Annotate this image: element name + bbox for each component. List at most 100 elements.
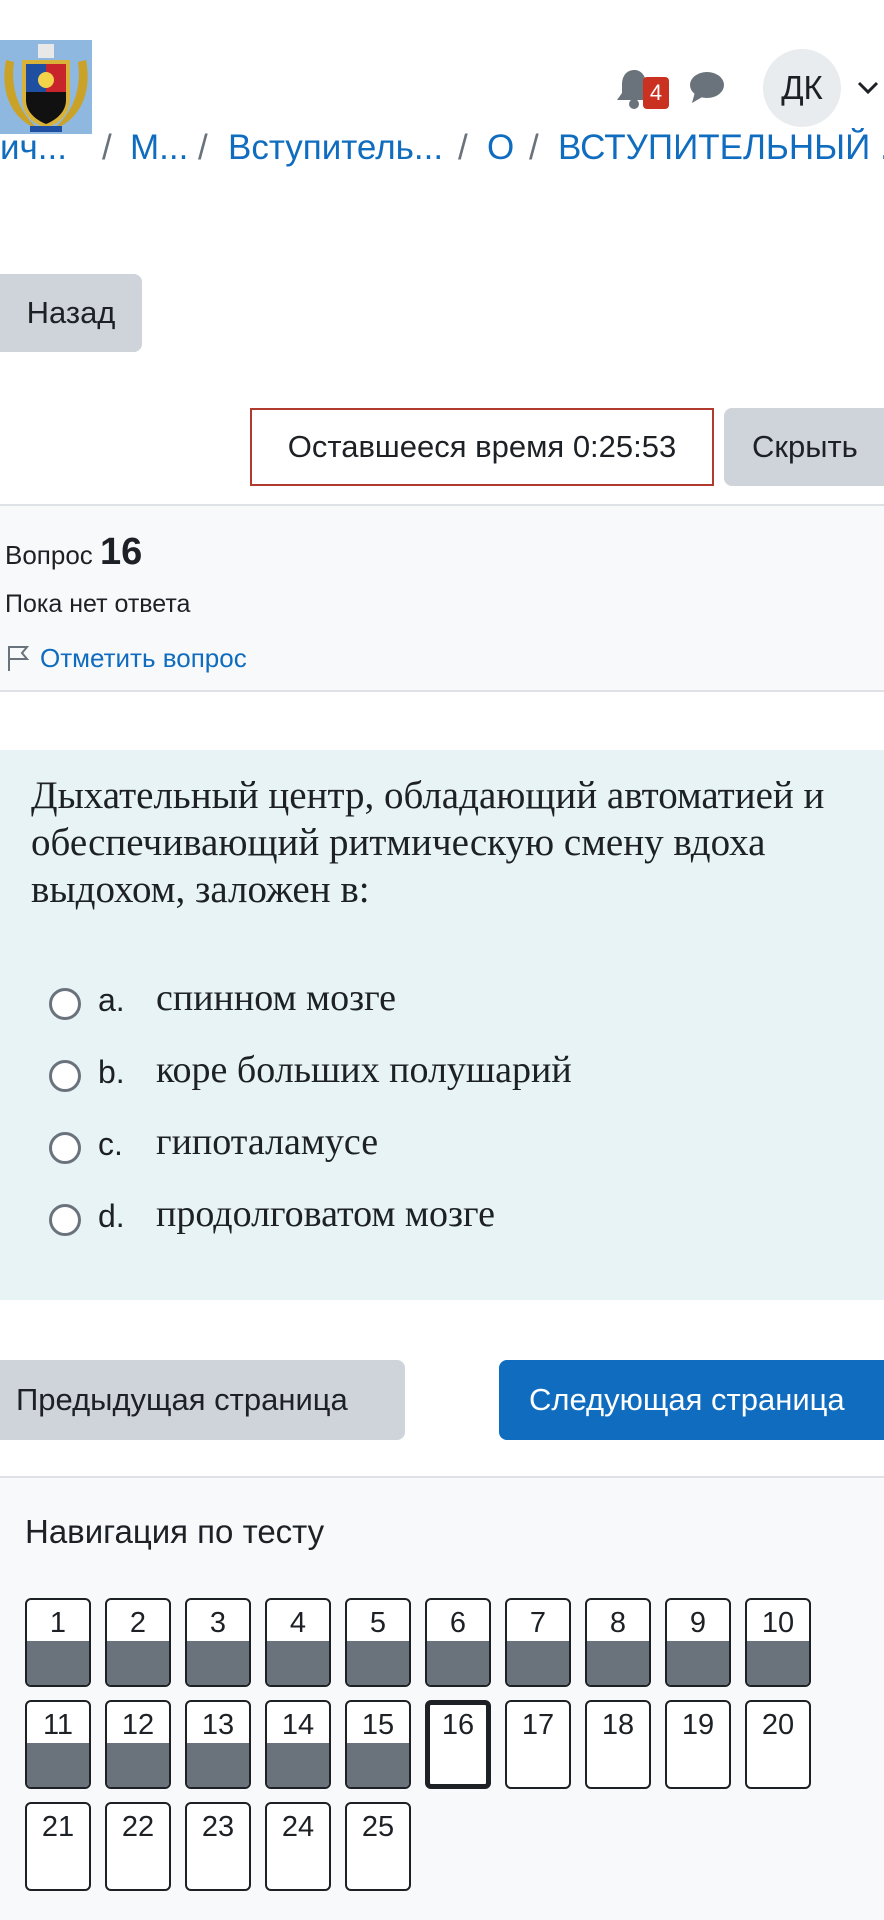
answered-indicator — [427, 1641, 489, 1685]
quiz-nav-button-label: 20 — [761, 1709, 795, 1741]
quiz-nav-button-14[interactable]: 14 — [265, 1700, 331, 1789]
breadcrumb-item[interactable]: ВСТУПИТЕЛЬНЫЙ ... — [558, 128, 884, 168]
breadcrumb-item[interactable]: Вступитель... — [228, 128, 443, 168]
answer-option-b[interactable]: b. коре больших полушарий — [0, 1042, 884, 1102]
quiz-nav-button-label: 17 — [521, 1709, 555, 1741]
answer-option-c[interactable]: c. гипоталамусе — [0, 1114, 884, 1174]
answered-indicator — [587, 1641, 649, 1685]
quiz-nav-button-2[interactable]: 2 — [105, 1598, 171, 1687]
quiz-nav-button-label: 9 — [689, 1607, 707, 1639]
flag-icon[interactable] — [6, 644, 30, 672]
breadcrumb-item[interactable]: ич... — [0, 128, 67, 168]
question-text: Дыхательный центр, обладающий автоматией… — [31, 774, 825, 911]
breadcrumb-separator: / — [102, 128, 112, 167]
quiz-nav-button-17[interactable]: 17 — [505, 1700, 571, 1789]
back-button[interactable]: Назад — [0, 274, 142, 352]
quiz-nav-button-label: 4 — [289, 1607, 307, 1639]
quiz-navigation: Навигация по тесту 1 2 3 4 5 6 7 8 9 10 11 12 13 14 15… — [0, 1476, 884, 1920]
quiz-nav-button-24[interactable]: 24 — [265, 1802, 331, 1891]
breadcrumb: ич... / М... / Вступитель... / О / ВСТУП… — [0, 128, 884, 168]
question-info: Вопрос 16 Пока нет ответа Отметить вопро… — [0, 504, 884, 692]
radio-icon[interactable] — [49, 988, 81, 1020]
answer-text[interactable]: спинном мозге — [156, 975, 396, 1021]
quiz-nav-button-19[interactable]: 19 — [665, 1700, 731, 1789]
breadcrumb-separator: / — [529, 128, 539, 167]
breadcrumb-separator: / — [198, 128, 208, 167]
quiz-nav-button-16[interactable]: 16 — [425, 1700, 491, 1789]
quiz-nav-button-9[interactable]: 9 — [665, 1598, 731, 1687]
question-label: Вопрос — [5, 540, 93, 570]
quiz-nav-button-label: 15 — [361, 1709, 395, 1741]
quiz-nav-button-5[interactable]: 5 — [345, 1598, 411, 1687]
quiz-nav-button-label: 24 — [281, 1811, 315, 1843]
quiz-nav-button-8[interactable]: 8 — [585, 1598, 651, 1687]
quiz-nav-button-7[interactable]: 7 — [505, 1598, 571, 1687]
answered-indicator — [507, 1641, 569, 1685]
quiz-nav-button-label: 23 — [201, 1811, 235, 1843]
answer-letter: a. — [98, 982, 125, 1018]
quiz-nav-button-label: 14 — [281, 1709, 315, 1741]
quiz-nav-button-10[interactable]: 10 — [745, 1598, 811, 1687]
flag-question-link[interactable]: Отметить вопрос — [40, 640, 247, 676]
quiz-nav-button-1[interactable]: 1 — [25, 1598, 91, 1687]
quiz-nav-button-6[interactable]: 6 — [425, 1598, 491, 1687]
question-number-value: 16 — [100, 531, 143, 573]
question-content: Дыхательный центр, обладающий автоматией… — [0, 750, 884, 1300]
quiz-nav-button-21[interactable]: 21 — [25, 1802, 91, 1891]
notification-count-badge: 4 — [643, 77, 669, 109]
answered-indicator — [267, 1743, 329, 1787]
quiz-nav-button-label: 7 — [529, 1607, 547, 1639]
quiz-nav-button-25[interactable]: 25 — [345, 1802, 411, 1891]
chevron-down-icon[interactable] — [856, 78, 880, 98]
quiz-navigation-title: Навигация по тесту — [25, 1513, 325, 1550]
quiz-nav-button-label: 19 — [681, 1709, 715, 1741]
answer-letter: c. — [98, 1126, 123, 1162]
radio-icon[interactable] — [49, 1204, 81, 1236]
quiz-nav-button-label: 21 — [41, 1811, 75, 1843]
quiz-nav-button-23[interactable]: 23 — [185, 1802, 251, 1891]
radio-icon[interactable] — [49, 1060, 81, 1092]
quiz-nav-button-11[interactable]: 11 — [25, 1700, 91, 1789]
answered-indicator — [667, 1641, 729, 1685]
answered-indicator — [27, 1641, 89, 1685]
answer-text[interactable]: продолговатом мозге — [156, 1191, 495, 1237]
quiz-nav-button-22[interactable]: 22 — [105, 1802, 171, 1891]
university-logo[interactable] — [0, 40, 92, 134]
quiz-nav-button-label: 22 — [121, 1811, 155, 1843]
answer-option-a[interactable]: a. спинном мозге — [0, 970, 884, 1030]
quiz-nav-button-label: 10 — [761, 1607, 795, 1639]
breadcrumb-separator: / — [458, 128, 468, 167]
user-avatar[interactable]: ДК — [763, 49, 841, 127]
previous-page-button[interactable]: Предыдущая страница — [0, 1360, 405, 1440]
next-page-button[interactable]: Следующая страница — [499, 1360, 884, 1440]
answer-option-d[interactable]: d. продолговатом мозге — [0, 1186, 884, 1246]
hide-timer-button[interactable]: Скрыть — [724, 408, 884, 486]
quiz-nav-button-4[interactable]: 4 — [265, 1598, 331, 1687]
quiz-nav-button-15[interactable]: 15 — [345, 1700, 411, 1789]
breadcrumb-item[interactable]: М... — [130, 128, 188, 168]
radio-icon[interactable] — [49, 1132, 81, 1164]
quiz-nav-button-label: 25 — [361, 1811, 395, 1843]
time-remaining: Оставшееся время 0:25:53 — [250, 408, 714, 486]
answer-letter: b. — [98, 1054, 125, 1090]
answered-indicator — [187, 1641, 249, 1685]
question-number: Вопрос 16 — [5, 532, 142, 575]
answered-indicator — [27, 1743, 89, 1787]
answer-text[interactable]: гипоталамусе — [156, 1119, 378, 1165]
quiz-nav-button-label: 16 — [441, 1709, 475, 1741]
answered-indicator — [107, 1641, 169, 1685]
quiz-nav-button-label: 1 — [49, 1607, 67, 1639]
question-state: Пока нет ответа — [5, 590, 191, 618]
chat-icon[interactable] — [689, 70, 725, 104]
quiz-nav-button-label: 8 — [609, 1607, 627, 1639]
breadcrumb-item[interactable]: О — [487, 128, 514, 168]
quiz-nav-button-13[interactable]: 13 — [185, 1700, 251, 1789]
quiz-nav-button-20[interactable]: 20 — [745, 1700, 811, 1789]
quiz-nav-button-18[interactable]: 18 — [585, 1700, 651, 1789]
quiz-nav-button-3[interactable]: 3 — [185, 1598, 251, 1687]
answer-letter: d. — [98, 1198, 125, 1234]
quiz-nav-button-12[interactable]: 12 — [105, 1700, 171, 1789]
quiz-nav-button-label: 12 — [121, 1709, 155, 1741]
quiz-nav-button-label: 2 — [129, 1607, 147, 1639]
answer-text[interactable]: коре больших полушарий — [156, 1047, 572, 1093]
